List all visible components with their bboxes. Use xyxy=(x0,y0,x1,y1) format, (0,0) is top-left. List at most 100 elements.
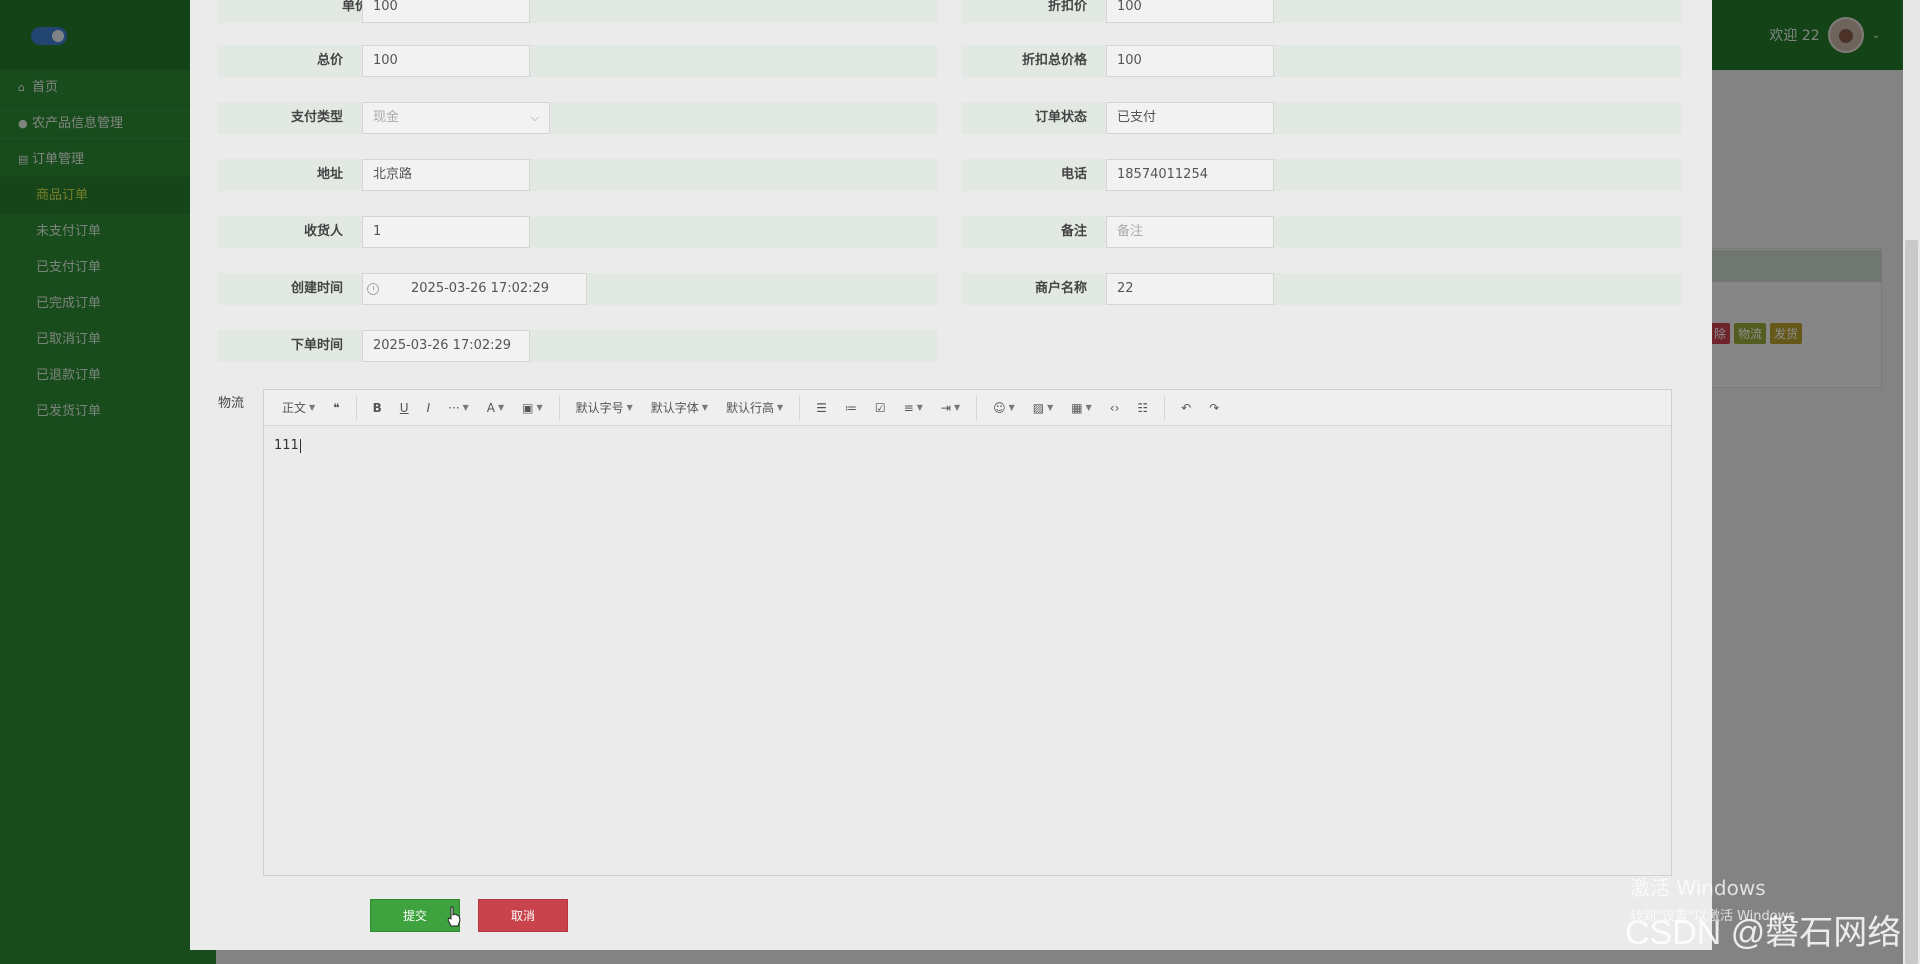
align-icon[interactable]: ≡ ▼ xyxy=(896,394,931,422)
undo-icon[interactable]: ↶ xyxy=(1173,394,1199,422)
divider-line-icon[interactable]: ☷ xyxy=(1129,394,1156,422)
phone-input[interactable]: 18574011254 xyxy=(1106,159,1274,191)
toolbar-divider xyxy=(1164,395,1166,420)
toolbar-divider xyxy=(355,395,357,420)
order-edit-modal: 单价 100 折扣价 100 总价 100 折扣总价格 100 支付类型 现金 … xyxy=(190,0,1712,950)
discount-total-input[interactable]: 100 xyxy=(1106,45,1274,77)
caret-down-icon: ▼ xyxy=(497,402,505,412)
pay-type-value: 现金 xyxy=(373,110,400,125)
order-status-label: 订单状态 xyxy=(1034,110,1087,125)
bold-icon[interactable]: B xyxy=(365,394,390,422)
discount-price-input[interactable]: 100 xyxy=(1106,0,1274,23)
logistics-rich-editor: 正文 ▼ ❝ B U I ··· ▼ A ▼ ▣ ▼ 默认字号 ▼ 默认字体 ▼ 默认行高 ▼… xyxy=(263,389,1672,876)
font-family-dropdown[interactable]: 默认字体 ▼ xyxy=(643,394,716,422)
code-icon[interactable]: ‹› xyxy=(1102,394,1128,422)
create-time-picker[interactable]: 2025-03-26 17:02:29 xyxy=(362,273,587,305)
discount-price-label: 折扣价 xyxy=(1047,0,1087,14)
caret-down-icon: ▼ xyxy=(536,402,543,412)
unit-price-input[interactable]: 100 xyxy=(362,0,530,23)
font-family-label: 默认字体 xyxy=(650,400,699,415)
total-price-input[interactable]: 100 xyxy=(362,45,530,77)
order-time-input[interactable]: 2025-03-26 17:02:29 xyxy=(362,330,530,362)
cancel-button[interactable]: 取消 xyxy=(478,899,568,932)
form-row-merchant: 商户名称 22 xyxy=(962,273,1682,305)
discount-total-label: 折扣总价格 xyxy=(1021,53,1087,68)
editor-toolbar: 正文 ▼ ❝ B U I ··· ▼ A ▼ ▣ ▼ 默认字号 ▼ 默认字体 ▼ 默认行高 ▼… xyxy=(264,390,1671,426)
order-status-input[interactable]: 已支付 xyxy=(1106,102,1274,134)
form-row-order-time: 下单时间 2025-03-26 17:02:29 xyxy=(218,330,938,362)
numbered-list-icon[interactable]: ≔ xyxy=(837,394,865,422)
italic-icon[interactable]: I xyxy=(419,394,439,422)
form-row-discount-price: 折扣价 100 xyxy=(962,0,1682,23)
font-size-label: 默认字号 xyxy=(575,400,624,415)
toolbar-divider xyxy=(799,395,801,420)
caret-down-icon: ▼ xyxy=(701,402,708,412)
text-cursor xyxy=(299,438,301,453)
form-row-remark: 备注 备注 xyxy=(962,216,1682,248)
activation-title: 激活 Windows xyxy=(1630,876,1766,900)
underline-icon[interactable]: U xyxy=(392,394,417,422)
pay-type-select[interactable]: 现金 ⌵ xyxy=(362,102,550,134)
logistics-label: 物流 xyxy=(218,396,245,411)
form-row-phone: 电话 18574011254 xyxy=(962,159,1682,191)
todo-checkbox-icon[interactable]: ☑ xyxy=(867,394,894,422)
merchant-label: 商户名称 xyxy=(1034,281,1087,296)
line-height-dropdown[interactable]: 默认行高 ▼ xyxy=(718,394,791,422)
form-row-pay-type: 支付类型 现金 ⌵ xyxy=(218,102,938,134)
caret-down-icon: ▼ xyxy=(916,402,923,412)
total-price-label: 总价 xyxy=(316,53,343,68)
editor-text: 111 xyxy=(274,438,299,453)
form-row-order-status: 订单状态 已支付 xyxy=(962,102,1682,134)
address-label: 地址 xyxy=(316,167,343,182)
hand-pointer-cursor-icon xyxy=(447,906,461,927)
quote-icon[interactable]: ❝ xyxy=(325,394,347,422)
receiver-label: 收货人 xyxy=(303,224,343,239)
csdn-watermark: CSDN @磐石网络 xyxy=(1625,914,1902,952)
form-row-total-price: 总价 100 xyxy=(218,45,938,77)
toolbar-divider xyxy=(558,395,560,420)
font-size-dropdown[interactable]: 默认字号 ▼ xyxy=(568,394,641,422)
font-color-icon[interactable]: A ▼ xyxy=(479,394,512,422)
caret-down-icon: ▼ xyxy=(1047,402,1054,412)
caret-down-icon: ▼ xyxy=(626,402,633,412)
create-time-label: 创建时间 xyxy=(290,281,343,296)
indent-icon[interactable]: ⇥ ▼ xyxy=(933,394,968,422)
remark-input[interactable]: 备注 xyxy=(1106,216,1274,248)
paragraph-format-dropdown[interactable]: 正文 ▼ xyxy=(274,394,323,422)
redo-icon[interactable]: ↷ xyxy=(1201,394,1227,422)
form-row-discount-total: 折扣总价格 100 xyxy=(962,45,1682,77)
paragraph-format-label: 正文 xyxy=(282,400,307,415)
caret-down-icon: ▼ xyxy=(953,402,961,412)
chevron-down-icon: ⌵ xyxy=(530,111,539,124)
caret-down-icon: ▼ xyxy=(309,402,316,412)
form-row-receiver: 收货人 1 xyxy=(218,216,938,248)
caret-down-icon: ▼ xyxy=(462,402,469,412)
address-input[interactable]: 北京路 xyxy=(362,159,530,191)
background-color-icon[interactable]: ▣ ▼ xyxy=(514,394,551,422)
clock-icon xyxy=(367,283,379,295)
scrollbar-thumb[interactable] xyxy=(1905,240,1918,964)
bullet-list-icon[interactable]: ☰ xyxy=(808,394,835,422)
caret-down-icon: ▼ xyxy=(776,402,784,412)
table-icon[interactable]: ▦ ▼ xyxy=(1063,394,1100,422)
toolbar-divider xyxy=(976,395,978,420)
page-scrollbar[interactable] xyxy=(1903,0,1920,964)
image-icon[interactable]: ▨ ▼ xyxy=(1025,394,1062,422)
order-time-label: 下单时间 xyxy=(290,338,343,353)
caret-down-icon: ▼ xyxy=(1085,402,1092,412)
merchant-input[interactable]: 22 xyxy=(1106,273,1274,305)
remark-label: 备注 xyxy=(1060,224,1087,239)
line-height-label: 默认行高 xyxy=(725,400,774,415)
editor-content-area[interactable]: 111 xyxy=(264,426,1671,465)
form-row-address: 地址 北京路 xyxy=(218,159,938,191)
phone-label: 电话 xyxy=(1060,167,1087,182)
more-format-icon[interactable]: ··· ▼ xyxy=(440,394,477,422)
form-row-create-time: 创建时间 2025-03-26 17:02:29 xyxy=(218,273,938,305)
unit-price-label: 单价 xyxy=(341,0,368,14)
form-row-unit-price: 单价 100 xyxy=(218,0,938,23)
caret-down-icon: ▼ xyxy=(1008,402,1015,412)
receiver-input[interactable]: 1 xyxy=(362,216,530,248)
create-time-value: 2025-03-26 17:02:29 xyxy=(411,281,550,296)
pay-type-label: 支付类型 xyxy=(290,110,343,125)
emoji-icon[interactable]: ☺ ▼ xyxy=(985,394,1023,422)
